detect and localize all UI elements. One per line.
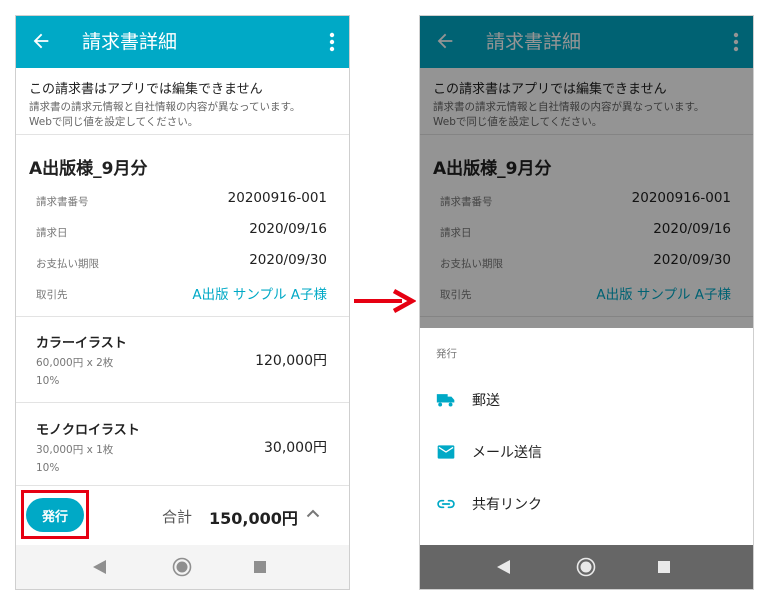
system-nav-bar — [420, 545, 753, 589]
chevron-up-icon[interactable] — [306, 508, 320, 518]
warning-heading: この請求書はアプリでは編集できません — [29, 82, 263, 97]
client-link[interactable]: A出版 サンプル A子様 — [192, 283, 327, 303]
sheet-option-label: 郵送 — [472, 393, 500, 409]
total-label: 合計 — [162, 508, 193, 526]
truck-icon — [436, 394, 455, 407]
line-item[interactable]: カラーイラスト 60,000円 x 2枚 10% 120,000円 — [16, 332, 349, 412]
item-name: カラーイラスト — [36, 336, 127, 351]
highlight-box — [21, 490, 89, 539]
item-tax-rate: 10% — [36, 375, 60, 387]
divider — [16, 402, 349, 403]
sheet-option-share-link[interactable]: 共有リンク — [420, 483, 753, 525]
item-name: モノクロイラスト — [36, 423, 140, 438]
nav-recent-icon[interactable] — [658, 561, 670, 573]
field-row-client: 取引先 A出版 サンプル A子様 — [16, 281, 349, 305]
nav-recent-icon[interactable] — [254, 561, 266, 573]
item-amount: 120,000円 — [255, 353, 327, 369]
warning-text: Webで同じ値を設定してください。 — [29, 116, 199, 128]
app-bar: 請求書詳細 — [16, 16, 349, 68]
total-footer: 発行 合計 150,000円 — [16, 485, 349, 546]
back-arrow-icon[interactable] — [30, 30, 52, 52]
page-title: 請求書詳細 — [82, 31, 178, 53]
nav-home-icon[interactable] — [576, 557, 596, 577]
total-value: 150,000円 — [209, 509, 298, 528]
field-label: お支払い期限 — [36, 258, 99, 270]
field-row-due-date: お支払い期限 2020/09/30 — [16, 250, 349, 274]
nav-back-icon[interactable] — [497, 560, 511, 574]
nav-home-icon[interactable] — [172, 557, 192, 577]
field-label: 請求日 — [36, 227, 68, 239]
sheet-option-label: 共有リンク — [472, 497, 542, 513]
invoice-title: A出版様_9月分 — [29, 159, 148, 179]
system-nav-bar — [16, 545, 349, 589]
link-icon — [437, 499, 455, 509]
item-quantity: 30,000円 x 1枚 — [36, 444, 114, 456]
field-value: 2020/09/16 — [249, 221, 327, 237]
sheet-option-label: メール送信 — [472, 445, 542, 461]
sheet-title: 発行 — [436, 348, 457, 360]
item-amount: 30,000円 — [264, 440, 327, 456]
sheet-option-email[interactable]: メール送信 — [420, 431, 753, 473]
modal-scrim[interactable] — [420, 16, 753, 328]
mail-icon — [437, 445, 455, 459]
divider — [16, 316, 349, 317]
right-arrow-icon — [354, 289, 416, 313]
field-value: 20200916-001 — [227, 190, 327, 206]
edit-warning-banner: この請求書はアプリでは編集できません 請求書の請求元情報と自社情報の内容が異なっ… — [16, 68, 349, 135]
issue-bottom-sheet: 発行 郵送 メール送信 共有リンク — [420, 328, 753, 545]
sheet-option-mail[interactable]: 郵送 — [420, 379, 753, 421]
field-row-invoice-date: 請求日 2020/09/16 — [16, 219, 349, 243]
field-row-invoice-number: 請求書番号 20200916-001 — [16, 188, 349, 212]
field-label: 取引先 — [36, 289, 68, 301]
item-tax-rate: 10% — [36, 462, 60, 474]
item-quantity: 60,000円 x 2枚 — [36, 357, 114, 369]
more-vert-icon[interactable] — [329, 32, 335, 52]
field-value: 2020/09/30 — [249, 252, 327, 268]
nav-back-icon[interactable] — [93, 560, 107, 574]
issue-sheet-screen: 請求書詳細 この請求書はアプリでは編集できません 請求書の請求元情報と自社情報の… — [419, 15, 754, 590]
field-label: 請求書番号 — [36, 196, 89, 208]
invoice-detail-screen: 請求書詳細 この請求書はアプリでは編集できません 請求書の請求元情報と自社情報の… — [15, 15, 350, 590]
warning-text: 請求書の請求元情報と自社情報の内容が異なっています。 — [29, 101, 301, 113]
